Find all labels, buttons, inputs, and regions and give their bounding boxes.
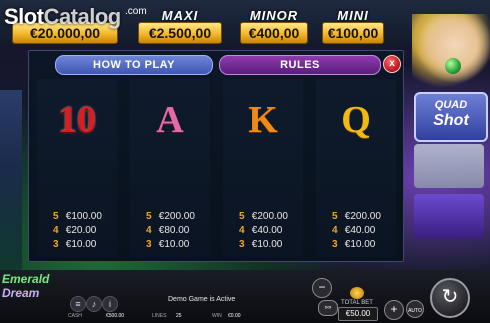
bet-decrease-button[interactable]: − xyxy=(312,278,332,298)
total-bet-label: TOTAL BET xyxy=(341,300,373,306)
paytable-column-a: A 5 €200.00 4 €80.00 3 €10.00 xyxy=(130,79,210,257)
win-label: WIN xyxy=(212,313,222,319)
jackpot-minor-name: MINOR xyxy=(249,8,299,23)
pay-amount: €20.00 xyxy=(65,225,97,236)
watermark-logo: SlotCatalog xyxy=(4,4,121,30)
total-bet-value: €50.00 xyxy=(338,307,378,321)
game-title-line2: Dream xyxy=(2,286,40,300)
pay-amount: €200.00 xyxy=(251,211,288,222)
lines-value: 25 xyxy=(176,313,182,319)
cash-label: CASH xyxy=(68,313,82,319)
left-decoration xyxy=(0,90,22,280)
demo-status-text: Demo Game is Active xyxy=(168,296,236,303)
pay-row: 5 €100.00 xyxy=(53,211,102,223)
pay-count: 5 xyxy=(146,211,152,222)
info-icon[interactable]: i xyxy=(102,296,118,312)
pay-count: 3 xyxy=(239,239,245,250)
symbol-q-icon: Q xyxy=(341,99,371,141)
paytable-column-k: K 5 €200.00 4 €40.00 3 €10.00 xyxy=(223,79,303,257)
pay-count: 5 xyxy=(53,211,59,222)
side-reel-panel-2 xyxy=(414,194,484,238)
jackpot-minor-value: €400,00 xyxy=(240,22,308,44)
emerald-gem-icon xyxy=(445,58,461,74)
pay-amount: €10.00 xyxy=(65,239,97,250)
pay-count: 5 xyxy=(239,211,245,222)
pay-count: 3 xyxy=(53,239,59,250)
jackpot-maxi: MAXI €2.500,00 xyxy=(138,8,222,44)
pay-row: 3 €10.00 xyxy=(146,239,189,251)
pay-count: 4 xyxy=(146,225,152,236)
paytable-column-10: 10 5 €100.00 4 €20.00 3 €10.00 xyxy=(37,79,117,257)
game-logo-badge: QUAD Shot xyxy=(414,92,488,142)
pay-row: 5 €200.00 xyxy=(332,211,381,223)
symbol-a-icon: A xyxy=(156,99,184,141)
pay-row: 3 €10.00 xyxy=(53,239,96,251)
pay-count: 3 xyxy=(146,239,152,250)
paytable-column-q: Q 5 €200.00 4 €40.00 3 €10.00 xyxy=(316,79,396,257)
pay-row: 3 €10.00 xyxy=(239,239,282,251)
pay-count: 4 xyxy=(239,225,245,236)
sound-icon[interactable]: ♪ xyxy=(86,296,102,312)
pay-amount: €80.00 xyxy=(158,225,190,236)
speed-button[interactable]: »» xyxy=(318,300,338,316)
pay-amount: €100.00 xyxy=(65,211,102,222)
win-value: €0.00 xyxy=(228,313,241,319)
side-reel-panel xyxy=(414,144,484,188)
pay-row: 3 €10.00 xyxy=(332,239,375,251)
game-logo-line1: QUAD xyxy=(434,99,468,111)
autoplay-label: AUTO xyxy=(408,308,422,314)
paytable-modal: HOW TO PLAY RULES x 10 5 €100.00 4 €20.0… xyxy=(28,50,404,262)
cash-value: €500.00 xyxy=(106,313,125,319)
jackpot-mini-value: €100,00 xyxy=(322,22,384,44)
close-button[interactable]: x xyxy=(383,55,401,73)
symbol-10-icon: 10 xyxy=(58,99,96,141)
symbol-k-icon: K xyxy=(248,99,278,141)
pay-amount: €200.00 xyxy=(344,211,381,222)
pay-amount: €10.00 xyxy=(344,239,376,250)
pay-row: 4 €20.00 xyxy=(53,225,96,237)
pay-count: 4 xyxy=(332,225,338,236)
pay-count: 4 xyxy=(53,225,59,236)
jackpot-maxi-name: MAXI xyxy=(161,8,199,23)
pay-count: 3 xyxy=(332,239,338,250)
watermark-logo-suffix: .com xyxy=(125,6,147,17)
jackpot-minor: MINOR €400,00 xyxy=(240,8,308,44)
bet-increase-button[interactable]: + xyxy=(384,300,404,320)
pay-row: 4 €40.00 xyxy=(239,225,282,237)
jackpot-maxi-value: €2.500,00 xyxy=(138,22,222,44)
jackpot-mini: MINI €100,00 xyxy=(322,8,384,44)
tab-rules[interactable]: RULES xyxy=(219,55,381,75)
spin-button[interactable]: ↻ xyxy=(430,278,470,318)
lines-label: LINES xyxy=(152,313,167,319)
pay-amount: €10.00 xyxy=(158,239,190,250)
pay-amount: €200.00 xyxy=(158,211,195,222)
watermark-logo-text2: Catalog xyxy=(43,4,122,29)
watermark-logo-text: Slot xyxy=(4,4,44,29)
pay-amount: €40.00 xyxy=(251,225,283,236)
game-title-logo: Emerald Dream xyxy=(2,272,49,300)
pay-amount: €10.00 xyxy=(251,239,283,250)
menu-icon[interactable]: ≡ xyxy=(70,296,86,312)
character-illustration xyxy=(412,14,490,92)
pay-row: 5 €200.00 xyxy=(239,211,288,223)
game-logo-line2: Shot xyxy=(433,112,469,129)
coins-icon xyxy=(350,287,364,299)
game-title-line1: Emerald xyxy=(2,272,50,286)
pay-count: 5 xyxy=(332,211,338,222)
pay-row: 4 €80.00 xyxy=(146,225,189,237)
tab-how-to-play[interactable]: HOW TO PLAY xyxy=(55,55,213,75)
pay-row: 5 €200.00 xyxy=(146,211,195,223)
pay-row: 4 €40.00 xyxy=(332,225,375,237)
pay-amount: €40.00 xyxy=(344,225,376,236)
jackpot-mini-name: MINI xyxy=(337,8,369,23)
autoplay-button[interactable]: AUTO xyxy=(406,300,424,318)
